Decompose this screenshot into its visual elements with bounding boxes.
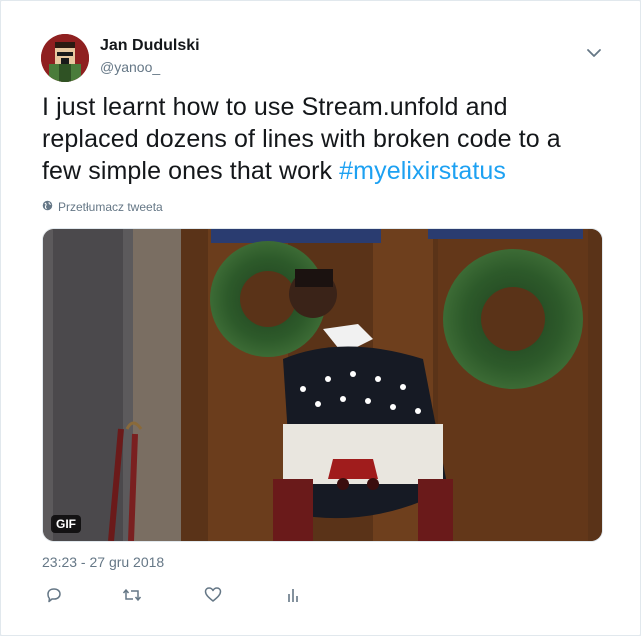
gif-media[interactable]: GIF [42, 228, 603, 542]
translate-link[interactable]: Przetłumacz tweeta [42, 200, 163, 214]
author-name[interactable]: Jan Dudulski [100, 37, 200, 55]
translate-label: Przetłumacz tweeta [58, 200, 163, 214]
timestamp[interactable]: 23:23 - 27 gru 2018 [42, 554, 164, 570]
avatar[interactable] [41, 34, 89, 82]
reply-icon[interactable] [45, 586, 67, 608]
heart-icon[interactable] [204, 586, 226, 608]
gif-badge: GIF [51, 515, 81, 533]
chevron-down-icon[interactable] [585, 46, 603, 60]
analytics-icon[interactable] [286, 586, 308, 608]
retweet-icon[interactable] [122, 586, 144, 608]
hashtag-link[interactable]: #myelixirstatus [339, 157, 506, 185]
tweet-card: Jan Dudulski @yanoo_ I just learnt how t… [0, 0, 641, 636]
tweet-text: I just learnt how to use Stream.unfold a… [42, 91, 602, 187]
author-handle[interactable]: @yanoo_ [100, 59, 160, 75]
globe-icon [42, 200, 53, 214]
